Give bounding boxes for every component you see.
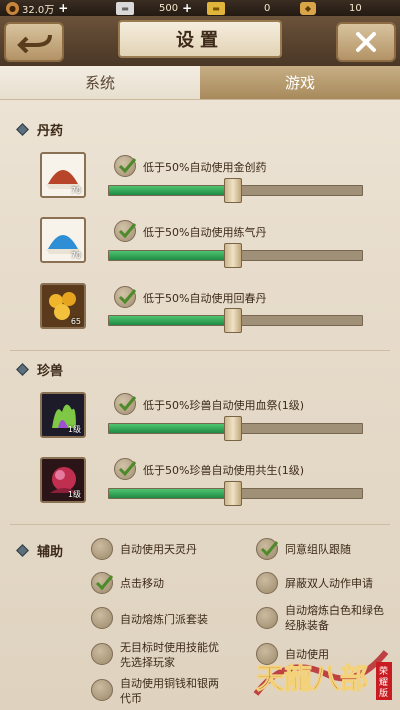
click-move-checkbox[interactable]: [91, 572, 114, 594]
jade-ticket-icon: ◆: [300, 1, 316, 15]
medicine-3-label: 低于50%自动使用回春丹: [143, 292, 267, 305]
copper-coin-icon: ●: [6, 1, 19, 15]
copper-value: 32.0万: [22, 4, 55, 16]
diamond-bullet-icon: [16, 544, 29, 557]
svg-text:版: 版: [379, 687, 388, 699]
medicine-section-title: 丹药: [37, 124, 64, 139]
smelt-sect-set-checkbox[interactable]: [91, 607, 113, 629]
dragon-emblem-icon: 天龍八部 荣 耀 版: [253, 650, 392, 700]
checkmark-icon: [118, 223, 137, 239]
slider-knob[interactable]: [223, 416, 242, 441]
slider-knob[interactable]: [223, 308, 242, 333]
pet-1-label: 低于50%珍兽自动使用血祭(1级): [143, 399, 305, 412]
silver-ingot-icon: ▬: [116, 1, 134, 15]
jade-currency: ◆ 10: [300, 0, 362, 16]
add-copper-button[interactable]: +: [58, 1, 68, 15]
block-duo-action-label: 屏蔽双人动作申请: [285, 577, 373, 590]
team-follow-checkbox[interactable]: [256, 538, 279, 560]
item-count: 70: [70, 251, 81, 260]
medicine-2-label: 低于50%自动使用练气丹: [143, 226, 267, 239]
gold-ingot-icon: ▬: [207, 1, 225, 15]
close-button[interactable]: [336, 22, 396, 62]
tab-game[interactable]: 游戏: [200, 66, 400, 100]
copper-currency: ● 32.0万 +: [6, 0, 68, 16]
healing-potion-icon: 70: [40, 152, 86, 198]
close-icon: [356, 32, 376, 52]
qi-pill-icon: 70: [40, 217, 86, 263]
slider-knob[interactable]: [223, 481, 242, 506]
checkmark-icon: [118, 158, 137, 174]
pet-2-slider[interactable]: [108, 481, 363, 506]
game-logo: 天龍八部 荣 耀 版: [246, 644, 396, 704]
checkmark-icon: [95, 575, 114, 591]
slider-fill: [109, 424, 233, 433]
smelt-sect-set-label: 自动熔炼门派套装: [120, 613, 208, 626]
medicine-1-checkbox[interactable]: [114, 155, 137, 177]
checkmark-icon: [118, 461, 137, 477]
blood-sacrifice-skill-icon: 1级: [40, 392, 86, 438]
svg-text:荣: 荣: [379, 665, 388, 677]
skill-level-badge: 1级: [67, 490, 81, 499]
checkmark-icon: [118, 289, 137, 305]
medicine-3-slider[interactable]: [108, 308, 363, 333]
checkmark-icon: [260, 541, 279, 557]
pet-2-checkbox[interactable]: [114, 458, 137, 480]
skill-level-badge: 1级: [67, 425, 81, 434]
tab-system[interactable]: 系统: [0, 66, 200, 100]
aux-section-title: 辅助: [37, 545, 64, 560]
slider-fill: [109, 316, 233, 325]
section-divider: [10, 350, 390, 351]
medicine-3-checkbox[interactable]: [114, 286, 137, 308]
pet-1-checkbox[interactable]: [114, 393, 137, 415]
pet-2-label: 低于50%珍兽自动使用共生(1级): [143, 464, 305, 477]
item-count: 65: [70, 317, 81, 326]
slider-fill: [109, 489, 233, 498]
aux-section-header: 辅助: [16, 541, 64, 560]
block-duo-action-checkbox[interactable]: [256, 572, 278, 594]
add-silver-button[interactable]: +: [182, 1, 192, 15]
smelt-meridian-gear-checkbox[interactable]: [256, 607, 278, 629]
medicine-1-label: 低于50%自动使用金创药: [143, 161, 267, 174]
slider-fill: [109, 186, 233, 195]
team-follow-label: 同意组队跟随: [285, 543, 351, 556]
svg-text:天龍八部: 天龍八部: [256, 662, 368, 695]
page-title: 设置: [118, 20, 282, 58]
skill-target-player-label: 无目标时使用技能优先选择玩家: [120, 641, 219, 669]
tab-bar: 系统 游戏: [0, 66, 400, 100]
auto-coin-token-label: 自动使用铜钱和银两代币: [120, 677, 219, 705]
medicine-2-slider[interactable]: [108, 243, 363, 268]
gold-currency: ▬ 0: [207, 0, 270, 16]
auto-tianling-label: 自动使用天灵丹: [120, 543, 197, 556]
slider-knob[interactable]: [223, 178, 242, 203]
diamond-bullet-icon: [16, 123, 29, 136]
silver-value: 500: [159, 2, 179, 14]
auto-coin-token-checkbox[interactable]: [91, 679, 113, 701]
silver-currency: ▬ 500 +: [116, 0, 192, 16]
medicine-2-checkbox[interactable]: [114, 220, 137, 242]
back-button[interactable]: [4, 22, 64, 62]
medicine-section-header: 丹药: [16, 120, 64, 139]
gold-value: 0: [264, 2, 271, 14]
rejuvenation-pill-icon: 65: [40, 283, 86, 329]
medicine-1-slider[interactable]: [108, 178, 363, 203]
section-divider: [10, 524, 390, 525]
svg-text:耀: 耀: [379, 677, 388, 688]
pets-section-title: 珍兽: [37, 364, 64, 379]
pet-1-slider[interactable]: [108, 416, 363, 441]
pets-section-header: 珍兽: [16, 360, 64, 379]
back-arrow-icon: [17, 34, 52, 53]
header: 设置: [0, 16, 400, 66]
item-count: 70: [70, 186, 81, 195]
diamond-bullet-icon: [16, 363, 29, 376]
checkmark-icon: [118, 396, 137, 412]
smelt-meridian-gear-label: 自动熔炼白色和绿色经脉装备: [285, 604, 384, 632]
click-move-label: 点击移动: [120, 577, 164, 590]
jade-value: 10: [349, 2, 362, 14]
auto-tianling-checkbox[interactable]: [91, 538, 113, 560]
skill-target-player-checkbox[interactable]: [91, 643, 113, 665]
slider-fill: [109, 251, 233, 260]
slider-knob[interactable]: [223, 243, 242, 268]
symbiosis-skill-icon: 1级: [40, 457, 86, 503]
currency-bar: ● 32.0万 + ▬ 500 + ▬ 0 ◆ 10: [0, 0, 400, 16]
